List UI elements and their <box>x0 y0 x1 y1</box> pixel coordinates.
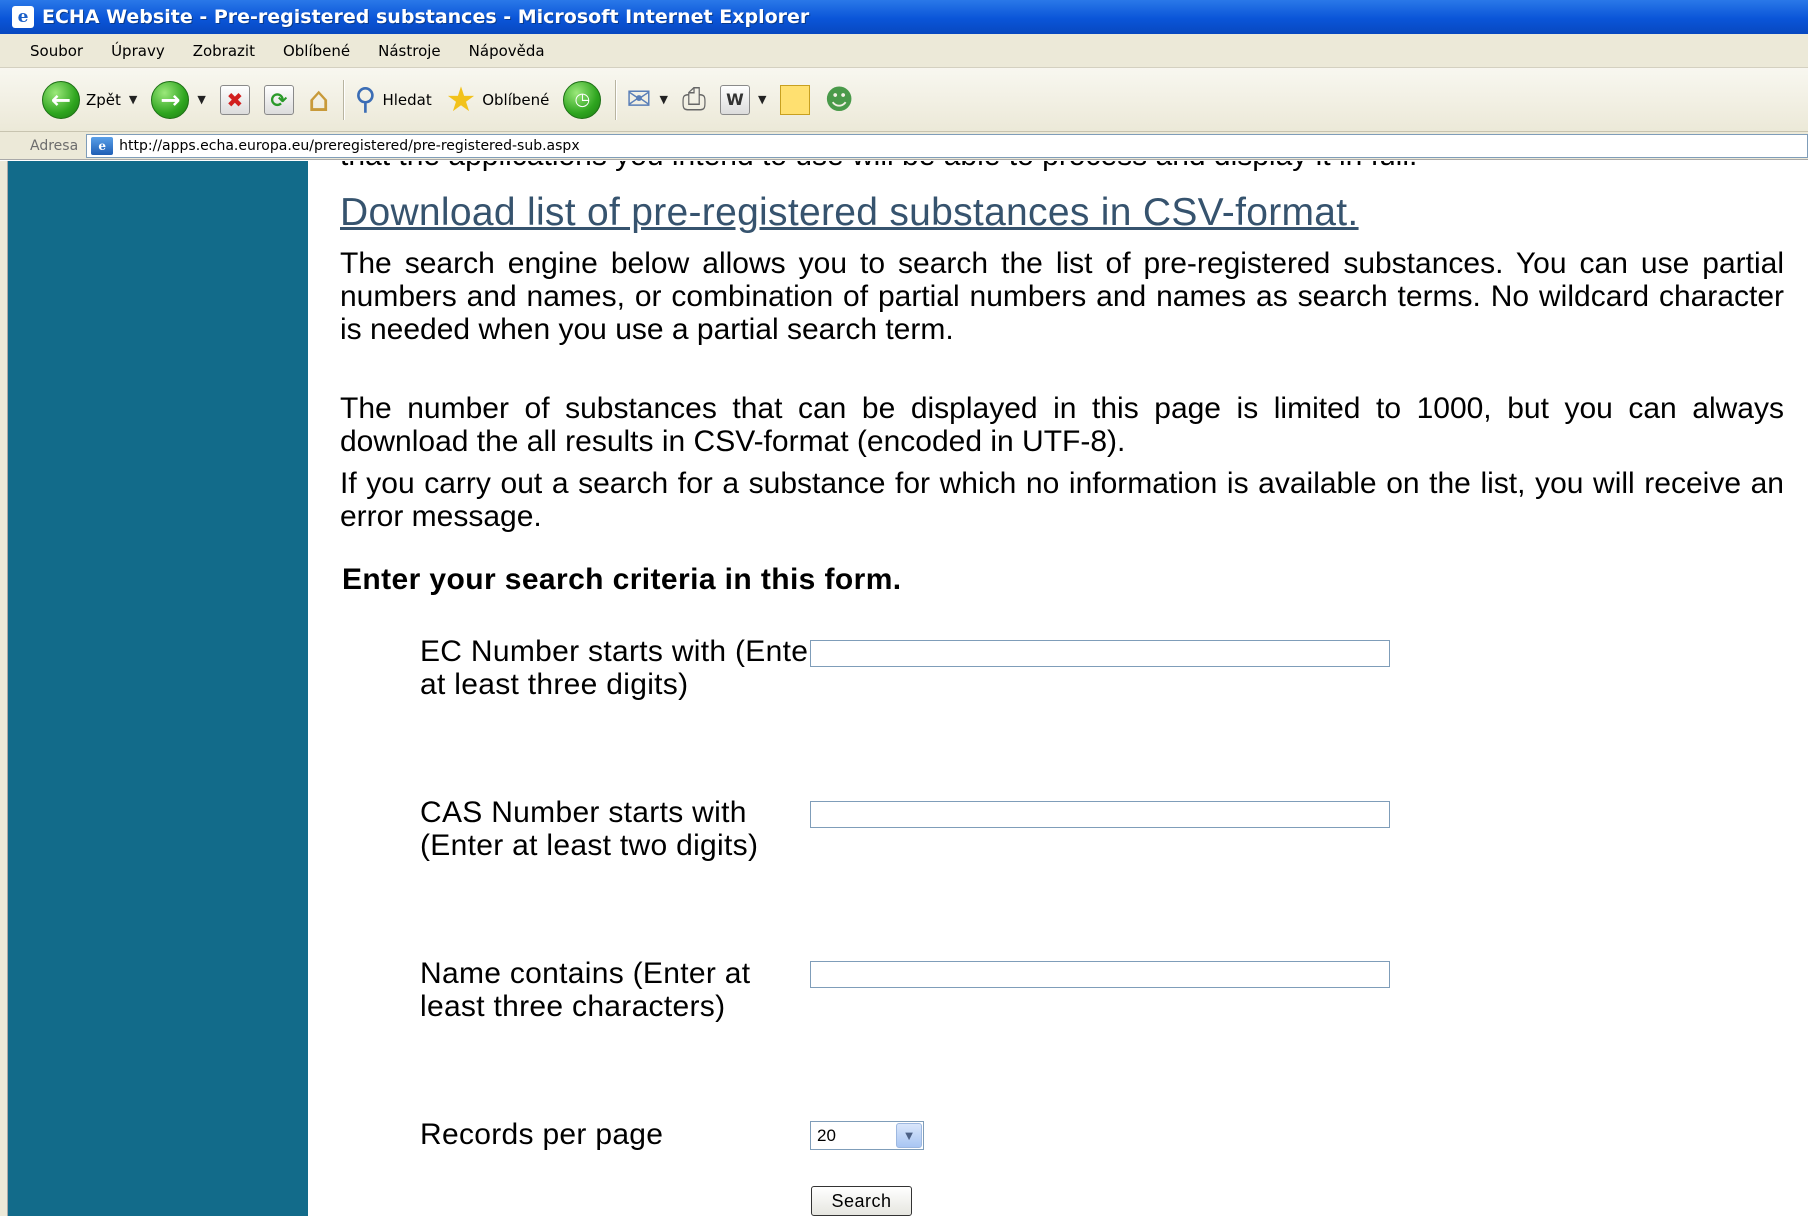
address-bar: Adresa e http://apps.echa.europa.eu/prer… <box>0 132 1808 160</box>
records-per-page-value: 20 <box>817 1125 836 1145</box>
page-icon: e <box>91 136 114 155</box>
records-per-page-select[interactable]: 20 ▼ <box>810 1121 924 1150</box>
forward-arrow-icon: → <box>151 80 190 119</box>
search-icon: ⚲ <box>354 81 377 117</box>
mail-dropdown-icon[interactable]: ▼ <box>660 93 668 106</box>
menu-bar: Soubor Úpravy Zobrazit Oblíbené Nástroje… <box>0 34 1808 68</box>
window-left-border <box>0 161 8 1216</box>
toolbar-separator <box>615 79 617 120</box>
cas-number-input[interactable] <box>810 801 1390 828</box>
toolbar-separator <box>343 79 345 120</box>
favorites-star-icon: ★ <box>445 79 477 120</box>
browser-toolbar: ← Zpět ▼ → ▼ ✖ ⟳ ⌂ ⚲ Hledat ★ Oblíbené ◷… <box>0 68 1808 132</box>
menu-napoveda[interactable]: Nápověda <box>469 42 545 60</box>
menu-soubor[interactable]: Soubor <box>30 42 83 60</box>
favorites-label: Oblíbené <box>482 90 550 109</box>
limit-paragraph: The number of substances that can be dis… <box>340 392 1784 458</box>
refresh-icon: ⟳ <box>263 84 294 115</box>
intro-paragraph: The search engine below allows you to se… <box>340 247 1784 346</box>
page-sidebar <box>8 161 308 1216</box>
address-label: Adresa <box>30 137 79 154</box>
word-icon: W <box>719 84 750 115</box>
cas-number-label: CAS Number starts with (Enter at least t… <box>420 796 759 862</box>
ie-page-icon: e <box>12 6 34 28</box>
download-csv-link[interactable]: Download list of pre-registered substanc… <box>340 191 1359 235</box>
ec-number-label: EC Number starts with (Enter at least th… <box>420 635 819 701</box>
menu-nastroje[interactable]: Nástroje <box>378 42 441 60</box>
back-arrow-icon: ← <box>42 80 80 119</box>
mail-button[interactable]: ✉ ▼ <box>626 81 668 117</box>
name-contains-input[interactable] <box>810 961 1390 988</box>
error-paragraph: If you carry out a search for a substanc… <box>340 467 1784 533</box>
refresh-button[interactable]: ⟳ <box>263 84 294 115</box>
forward-dropdown-icon[interactable]: ▼ <box>197 93 205 106</box>
forward-button[interactable]: → ▼ <box>151 80 206 119</box>
page-viewport: that the applications you intend to use … <box>0 161 1808 1216</box>
name-contains-label: Name contains (Enter at least three char… <box>420 957 751 1023</box>
word-button[interactable]: W ▼ <box>719 84 766 115</box>
records-per-page-label: Records per page <box>420 1118 664 1151</box>
chevron-down-icon[interactable]: ▼ <box>896 1123 922 1148</box>
search-button[interactable]: Search <box>811 1186 912 1216</box>
messenger-icon: ☻ <box>824 82 854 116</box>
history-icon: ◷ <box>563 80 602 119</box>
search-toolbar-button[interactable]: ⚲ Hledat <box>354 81 432 117</box>
address-url: http://apps.echa.europa.eu/preregistered… <box>119 137 580 154</box>
messenger-button[interactable]: ☻ <box>824 82 854 116</box>
note-icon <box>780 84 811 115</box>
note-button[interactable] <box>780 84 811 115</box>
word-dropdown-icon[interactable]: ▼ <box>758 93 766 106</box>
menu-upravy[interactable]: Úpravy <box>111 42 165 60</box>
back-label: Zpět <box>86 90 121 109</box>
menu-oblibene[interactable]: Oblíbené <box>283 42 350 60</box>
window-title: ECHA Website - Pre-registered substances… <box>42 6 810 28</box>
ec-number-input[interactable] <box>810 640 1390 667</box>
favorites-button[interactable]: ★ Oblíbené <box>446 83 550 117</box>
stop-icon: ✖ <box>219 84 250 115</box>
form-heading: Enter your search criteria in this form. <box>342 563 902 596</box>
home-icon: ⌂ <box>307 79 330 120</box>
home-button[interactable]: ⌂ <box>308 83 330 117</box>
back-dropdown-icon[interactable]: ▼ <box>129 93 137 106</box>
back-button[interactable]: ← Zpět ▼ <box>42 80 137 119</box>
stop-button[interactable]: ✖ <box>219 84 250 115</box>
mail-icon: ✉ <box>626 81 652 117</box>
address-input[interactable]: e http://apps.echa.europa.eu/preregister… <box>86 133 1808 158</box>
history-button[interactable]: ◷ <box>563 80 602 119</box>
cutoff-text: that the applications you intend to use … <box>340 161 1417 173</box>
print-button[interactable]: ⎙ <box>681 81 706 117</box>
print-icon: ⎙ <box>681 81 706 117</box>
window-titlebar: e ECHA Website - Pre-registered substanc… <box>0 0 1808 34</box>
search-label: Hledat <box>382 90 432 109</box>
menu-zobrazit[interactable]: Zobrazit <box>193 42 255 60</box>
